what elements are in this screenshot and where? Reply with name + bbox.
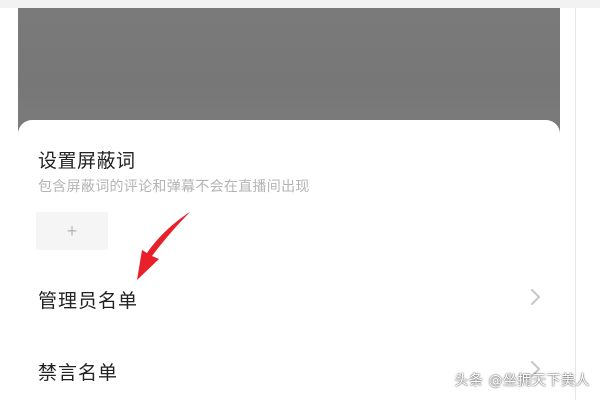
right-edge-line: [575, 8, 576, 400]
mute-list-label: 禁言名单: [38, 362, 119, 384]
dimmed-background-overlay[interactable]: [18, 8, 560, 134]
add-filter-word-button[interactable]: +: [36, 212, 108, 250]
admin-list-label: 管理员名单: [38, 290, 139, 312]
admin-list-row[interactable]: 管理员名单: [18, 270, 560, 326]
red-pointer-arrow-icon: [137, 212, 190, 280]
chevron-right-icon: [531, 289, 540, 305]
screenshot-frame: 设置屏蔽词 包含屏蔽词的评论和弹幕不会在直播间出现 + 管理员名单 禁言名单 头…: [0, 0, 600, 400]
filter-words-title: 设置屏蔽词: [38, 150, 136, 172]
top-divider: [0, 0, 600, 8]
watermark-text: 头条 @坐拥天下美人: [454, 373, 590, 389]
settings-bottom-sheet: 设置屏蔽词 包含屏蔽词的评论和弹幕不会在直播间出现 + 管理员名单 禁言名单: [18, 120, 560, 400]
filter-words-description: 包含屏蔽词的评论和弹幕不会在直播间出现: [38, 179, 310, 195]
